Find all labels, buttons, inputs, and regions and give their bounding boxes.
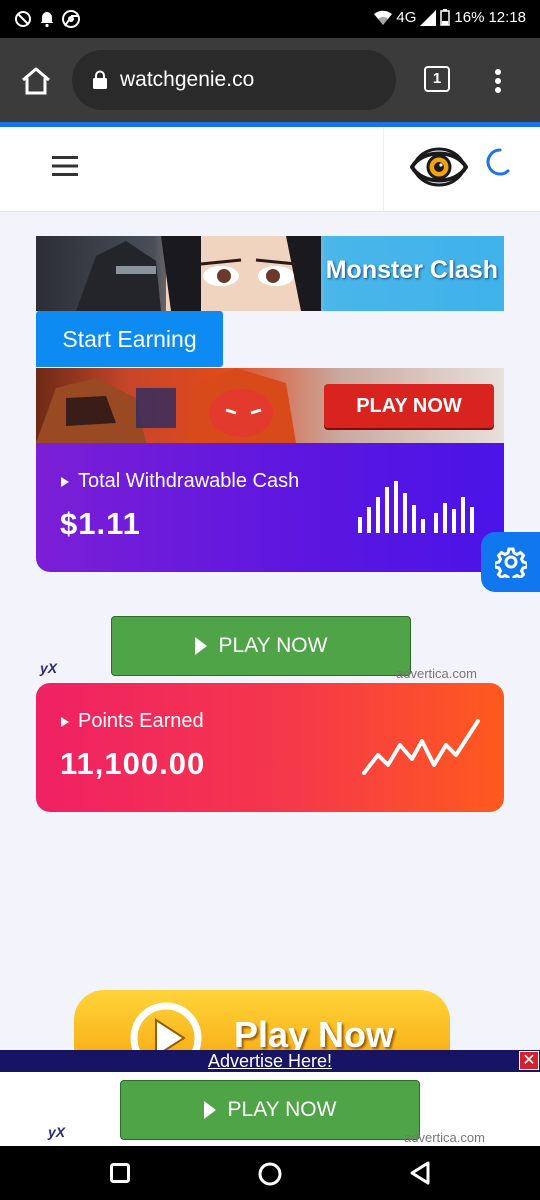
status-right: 4G 16% 12:18	[374, 9, 526, 26]
play-now-button[interactable]: PLAY NOW	[111, 616, 411, 676]
cash-label-row: Total Withdrawable Cash	[60, 470, 299, 493]
nav-home-icon[interactable]	[258, 1162, 282, 1186]
ad-banner-monster-clash[interactable]: Monster Clash	[36, 236, 504, 311]
play-now-label: PLAY NOW	[227, 1098, 337, 1121]
advertica-link[interactable]: advertica.com	[404, 1130, 485, 1145]
network-type: 4G	[396, 9, 417, 26]
signal-icon	[420, 9, 437, 26]
yx-logo: yX	[48, 1124, 66, 1140]
status-bar: 4G 16% 12:18	[0, 0, 540, 38]
points-earned-card: Points Earned 11,100.00	[36, 683, 504, 812]
advertise-here-link[interactable]: Advertise Here!	[208, 1051, 332, 1071]
bottom-play-now-button[interactable]: PLAY NOW	[120, 1080, 420, 1140]
back-icon[interactable]	[408, 1161, 432, 1185]
address-bar[interactable]: watchgenie.co	[72, 50, 396, 110]
wifi-icon	[374, 10, 393, 25]
game-characters-image	[36, 368, 296, 443]
withdrawable-cash-card: Total Withdrawable Cash $1.11	[36, 443, 504, 572]
cash-value: $1.11	[60, 506, 141, 541]
tabs-button[interactable]: 1	[424, 66, 450, 92]
watchgenie-eye-logo[interactable]	[410, 139, 468, 195]
more-vert-icon[interactable]	[493, 68, 503, 94]
ad-banner-play-now[interactable]: PLAY NOW	[36, 368, 504, 443]
do-not-disturb-icon	[15, 11, 31, 27]
play-triangle-icon	[203, 1101, 216, 1119]
lock-icon	[93, 70, 107, 89]
yx-logo: yX	[40, 660, 58, 676]
gear-icon	[495, 547, 527, 578]
hamburger-menu-icon[interactable]	[52, 155, 78, 177]
home-icon[interactable]	[20, 66, 52, 96]
site-header	[0, 127, 540, 212]
settings-button[interactable]	[481, 532, 540, 592]
anime-characters-image	[76, 236, 321, 311]
play-triangle-icon	[194, 637, 207, 655]
points-label: Points Earned	[78, 710, 204, 732]
recents-icon[interactable]	[110, 1163, 130, 1183]
ad-play-now-button[interactable]: PLAY NOW	[324, 384, 494, 428]
caret-right-icon	[61, 476, 69, 487]
header-divider	[383, 127, 384, 212]
advertica-link[interactable]: advertica.com	[396, 666, 477, 681]
close-ad-button[interactable]: ✕	[519, 1051, 539, 1070]
line-trend-icon	[362, 719, 480, 775]
battery-icon	[440, 9, 451, 26]
android-nav-bar	[0, 1146, 540, 1200]
chrome-icon	[62, 10, 80, 28]
play-now-label: PLAY NOW	[218, 634, 328, 657]
url-text: watchgenie.co	[120, 68, 255, 91]
points-label-row: Points Earned	[60, 710, 204, 733]
points-value: 11,100.00	[60, 746, 206, 781]
start-earning-button[interactable]: Start Earning	[36, 311, 223, 367]
caret-right-icon	[61, 716, 69, 727]
clock: 12:18	[488, 9, 526, 26]
cash-label: Total Withdrawable Cash	[78, 470, 300, 492]
notification-bell-icon	[40, 12, 54, 28]
browser-toolbar: watchgenie.co 1	[0, 38, 540, 122]
bar-chart-icon	[358, 481, 474, 533]
ad-banner-title: Monster Clash	[325, 256, 498, 284]
battery-percent: 16%	[454, 9, 485, 26]
loading-spinner-icon	[486, 148, 510, 176]
advertise-bar: Advertise Here!	[0, 1050, 540, 1072]
